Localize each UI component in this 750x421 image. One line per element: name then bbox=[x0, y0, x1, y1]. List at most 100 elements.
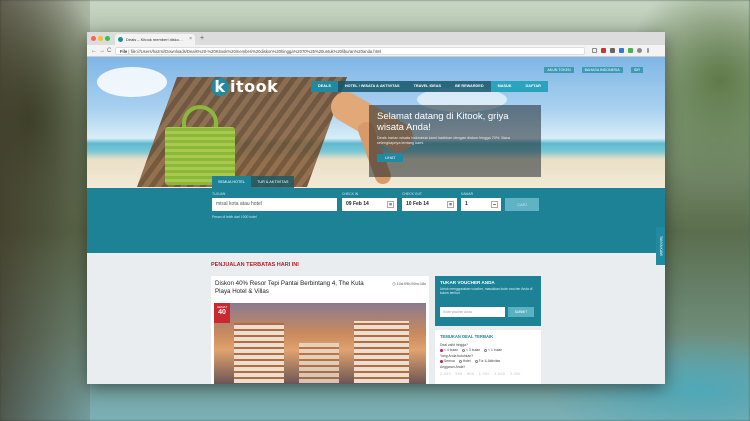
search-tabs: SEMUA HOTEL TUR & AKTIVITAS bbox=[212, 176, 295, 188]
search-button[interactable]: CARI bbox=[505, 198, 539, 211]
hotel-building bbox=[299, 343, 339, 383]
search-hint: Pesan di lebih dari 1000 hotel bbox=[212, 215, 257, 219]
menu-hotel-wisata[interactable]: HOTEL / WISATA & AKTIVITAS bbox=[337, 81, 407, 92]
bed-icon: ▬ bbox=[491, 201, 498, 208]
close-window-button[interactable] bbox=[91, 36, 96, 41]
best-deal-finder: TEMUKAN DEAL TERBAIK Deal valid hingga? … bbox=[435, 330, 541, 384]
calendar-icon: ▦ bbox=[447, 201, 454, 208]
deal-hotel-image[interactable] bbox=[214, 303, 426, 384]
hero-banner: k itook AKUN TOKEN BAHASA INDONESIA IDR D… bbox=[87, 57, 665, 188]
validity-options: < 4 bulan < 3 bulan < 1 bulan bbox=[440, 348, 536, 352]
voucher-submit-button[interactable]: SUBMIT bbox=[508, 307, 534, 317]
tab-semua-hotel[interactable]: SEMUA HOTEL bbox=[212, 176, 252, 188]
menu-icon[interactable] bbox=[647, 48, 649, 53]
radio-icon bbox=[474, 359, 478, 363]
deal-timer: ◷ 10d:09h:59m:18s bbox=[392, 282, 426, 286]
voucher-input[interactable]: Kode voucher Anda bbox=[440, 307, 505, 317]
extension-icon[interactable] bbox=[619, 48, 624, 53]
checkin-label: CHECK IN bbox=[342, 192, 359, 196]
cloud bbox=[97, 67, 167, 97]
bookmark-icon[interactable] bbox=[592, 48, 597, 53]
question-need: Yang Anda butuhkan? bbox=[440, 354, 474, 358]
rooms-field[interactable]: 1 ▬ bbox=[461, 198, 501, 211]
ask-us-tab[interactable]: TANYA KAMI bbox=[656, 227, 665, 265]
forward-icon[interactable]: → bbox=[99, 46, 105, 56]
menu-deals[interactable]: DEALS bbox=[311, 81, 338, 92]
question-validity: Deal valid hingga? bbox=[440, 343, 468, 347]
kitook-logo[interactable]: k itook bbox=[211, 77, 278, 96]
destination-label: TUJUAN bbox=[212, 192, 226, 196]
extension-icon[interactable] bbox=[610, 48, 615, 53]
section-title: PENJUALAN TERBATAS HARI INI bbox=[211, 262, 299, 268]
need-options: Semua Hotel Tur & Aktivitas bbox=[440, 359, 536, 363]
checkin-field[interactable]: 09 Feb 14 ▦ bbox=[342, 198, 397, 211]
close-tab-icon[interactable]: × bbox=[189, 34, 192, 45]
rooms-value: 1 bbox=[465, 201, 468, 207]
search-bar: SEMUA HOTEL TUR & AKTIVITAS TUJUAN misal… bbox=[87, 176, 665, 253]
logo-mark: k bbox=[211, 78, 229, 96]
welcome-button[interactable]: LIHAT bbox=[377, 154, 404, 162]
zoom-window-button[interactable] bbox=[105, 36, 110, 41]
menu-masuk[interactable]: MASUK bbox=[490, 81, 519, 92]
main-menu: DEALS HOTEL / WISATA & AKTIVITAS TRAVEL … bbox=[311, 81, 548, 92]
reload-icon[interactable]: C bbox=[107, 46, 111, 56]
file-scheme-label: File bbox=[120, 49, 128, 54]
hotel-building bbox=[234, 323, 284, 383]
favicon-icon bbox=[118, 37, 123, 42]
extension-icon[interactable] bbox=[601, 48, 606, 53]
deal-card[interactable]: Diskon 40% Resor Tepi Pantai Berbintang … bbox=[211, 276, 429, 384]
browser-tab[interactable]: Deals – Kitook memberi disko… × bbox=[115, 34, 195, 45]
radio-icon bbox=[440, 359, 443, 363]
menu-daftar[interactable]: DAFTAR bbox=[518, 81, 548, 92]
top-links: AKUN TOKEN BAHASA INDONESIA IDR bbox=[544, 67, 643, 73]
budget-scale[interactable]: 1.000 · 500 · 800 · 1.000 · 2.000 · 3.00… bbox=[440, 372, 536, 376]
new-tab-button[interactable]: + bbox=[200, 34, 204, 43]
radio-option[interactable]: Hotel bbox=[458, 359, 471, 363]
question-budget: Anggaran Anda? bbox=[440, 365, 466, 369]
radio-option[interactable]: < 3 bulan bbox=[462, 348, 480, 352]
checkout-value: 10 Feb 14 bbox=[406, 201, 429, 207]
menu-be-rewarded[interactable]: BE REWARDED bbox=[448, 81, 491, 92]
checkout-field[interactable]: 10 Feb 14 ▦ bbox=[402, 198, 457, 211]
back-icon[interactable]: ← bbox=[91, 46, 97, 56]
voucher-box: TUKAR VOUCHER ANDA Untuk menggunakan vou… bbox=[435, 276, 541, 326]
deal-timer-value: 10d:09h:59m:18s bbox=[396, 282, 426, 286]
radio-icon bbox=[440, 348, 443, 352]
hotel-building bbox=[354, 321, 409, 383]
currency-select[interactable]: IDR bbox=[630, 67, 643, 73]
menu-travel-ideas[interactable]: TRAVEL IDEAS bbox=[406, 81, 449, 92]
minimize-window-button[interactable] bbox=[98, 36, 103, 41]
browser-window: Deals – Kitook memberi disko… × + ← → C … bbox=[87, 32, 665, 384]
finder-title: TEMUKAN DEAL TERBAIK bbox=[440, 334, 494, 339]
address-bar-row: ← → C File | file:///Users/hazmi/Downloa… bbox=[87, 45, 665, 57]
extension-icon[interactable] bbox=[628, 48, 633, 53]
badge-value: 40 bbox=[218, 309, 226, 316]
tab-bar: Deals – Kitook memberi disko… × + bbox=[87, 32, 665, 45]
radio-option[interactable]: < 1 bulan bbox=[484, 348, 502, 352]
voucher-title: TUKAR VOUCHER ANDA bbox=[440, 280, 495, 285]
deal-title[interactable]: Diskon 40% Resor Tepi Pantai Berbintang … bbox=[215, 280, 365, 296]
radio-option[interactable]: < 4 bulan bbox=[440, 348, 458, 352]
calendar-icon: ▦ bbox=[387, 201, 394, 208]
account-link[interactable]: AKUN TOKEN bbox=[544, 67, 574, 73]
radio-label: Tur & Aktivitas bbox=[478, 359, 501, 363]
background-shade bbox=[0, 0, 90, 421]
welcome-box: Selamat datang di Kitook, griya wisata A… bbox=[369, 105, 541, 177]
radio-icon bbox=[458, 359, 462, 363]
discount-badge: HEMAT 40 bbox=[214, 303, 230, 323]
radio-icon bbox=[462, 348, 466, 352]
radio-label: < 4 bulan bbox=[444, 348, 459, 352]
radio-option[interactable]: Semua bbox=[440, 359, 455, 363]
radio-label: Semua bbox=[444, 359, 455, 363]
tab-tur-aktivitas[interactable]: TUR & AKTIVITAS bbox=[251, 176, 295, 188]
voucher-text: Untuk menggunakan voucher, masukkan kode… bbox=[440, 287, 533, 296]
radio-option[interactable]: Tur & Aktivitas bbox=[474, 359, 501, 363]
radio-icon bbox=[484, 348, 488, 352]
language-select[interactable]: BAHASA INDONESIA bbox=[581, 67, 623, 73]
profile-icon[interactable] bbox=[637, 48, 642, 53]
url-field[interactable]: File | file:///Users/hazmi/Downloads/Dea… bbox=[115, 47, 585, 55]
destination-input[interactable]: misal kota atau hotel bbox=[212, 198, 337, 211]
welcome-text: Deals harian wisata Indonesia kami hadir… bbox=[377, 136, 510, 145]
radio-label: Hotel bbox=[462, 359, 471, 363]
welcome-title: Selamat datang di Kitook, griya wisata A… bbox=[377, 111, 509, 133]
